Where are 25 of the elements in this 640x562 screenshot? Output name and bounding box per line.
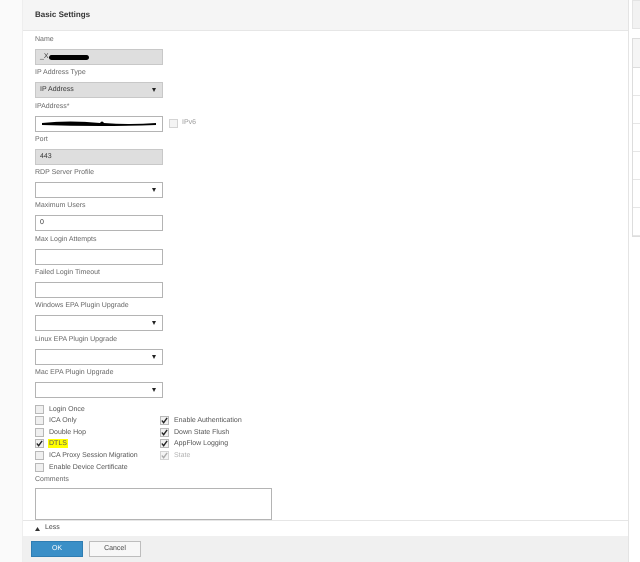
checkbox[interactable] [35,428,44,437]
checkbox[interactable] [160,428,169,437]
side-panel-header [632,0,640,29]
caret-icon [152,354,156,359]
panel-title: Basic Settings [35,9,90,21]
caret-icon [152,388,156,392]
comments-field[interactable] [35,488,272,520]
dropdown[interactable] [35,182,163,198]
caret-icon [152,88,156,92]
input-field[interactable] [35,248,163,265]
checkbox[interactable] [35,416,44,426]
dropdown[interactable] [35,382,163,398]
input-field[interactable] [35,282,163,298]
checkbox[interactable] [35,450,44,460]
checkbox[interactable] [35,462,44,472]
input-field[interactable] [35,116,163,132]
caret-icon [152,321,156,326]
checkbox[interactable] [35,439,44,448]
dropdown[interactable] [35,315,163,332]
checkbox[interactable] [35,404,44,414]
checkbox[interactable] [160,439,169,448]
caret-icon [35,526,40,530]
caret-icon [152,188,156,192]
dropdown[interactable] [35,348,163,365]
checkbox[interactable] [160,416,169,426]
